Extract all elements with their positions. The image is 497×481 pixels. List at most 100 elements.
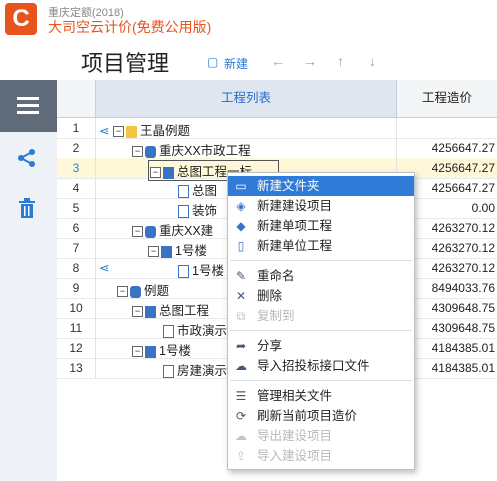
title-bar: C 重庆定额(2018) 大司空云计价(免费公用版) — [0, 0, 497, 40]
row-number: 5 — [72, 201, 80, 215]
menu-item-label: 重命名 — [257, 269, 295, 283]
cube-icon — [145, 305, 156, 318]
menu-item-new-folder[interactable]: ▭ 新建文件夹 — [228, 176, 414, 196]
collapse-icon[interactable]: − — [150, 167, 161, 179]
menu-item-new-unit-project[interactable]: ▯ 新建单位工程 — [228, 236, 414, 256]
menu-item-label: 新建单项工程 — [257, 219, 333, 233]
collapse-icon[interactable]: − — [132, 346, 143, 358]
folder-icon: ▭ — [235, 179, 247, 193]
upload-icon: ⇪ — [235, 449, 247, 463]
menu-separator — [230, 380, 412, 381]
tree-node-label: 1号楼 — [159, 344, 191, 358]
table-row[interactable]: 2 − 重庆XX市政工程 4256647.27 — [57, 138, 497, 159]
collapse-icon[interactable]: − — [132, 146, 143, 158]
menu-item-label: 删除 — [257, 289, 283, 303]
menu-item-manage-files[interactable]: ☰ 管理相关文件 — [228, 386, 414, 406]
file-icon — [163, 365, 174, 379]
menu-item-delete[interactable]: ✕ 删除 — [228, 286, 414, 306]
tree-node-label: 房建演示 — [177, 364, 228, 378]
menu-item-import-project[interactable]: ⇪ 导入建设项目 — [228, 446, 414, 466]
row-number: 4 — [72, 181, 80, 195]
menu-separator — [230, 260, 412, 261]
tree-node-label: 重庆XX市政工程 — [159, 144, 251, 158]
menu-item-label: 导入招投标接口文件 — [257, 359, 370, 373]
file-icon — [163, 325, 174, 339]
tree-node-label: 市政演示 — [177, 324, 228, 338]
edit-icon: ✎ — [235, 269, 247, 283]
cube-icon — [163, 166, 174, 179]
row-number: 11 — [69, 321, 83, 335]
collapse-icon[interactable]: − — [148, 246, 159, 258]
cubes-icon — [130, 285, 141, 298]
trash-icon[interactable] — [17, 198, 37, 220]
menu-item-label: 新建文件夹 — [257, 179, 320, 193]
menu-icon[interactable] — [0, 80, 57, 132]
menu-item-label: 新建建设项目 — [257, 199, 333, 213]
cubes-icon: ◈ — [236, 199, 246, 213]
file-icon: ▯ — [237, 239, 245, 253]
menu-item-import-bid-file[interactable]: ☁ 导入招投标接口文件 — [228, 356, 414, 376]
menu-item-new-single-project[interactable]: ◆ 新建单项工程 — [228, 216, 414, 236]
tree-node-label: 装饰 — [192, 204, 218, 218]
column-header-cost[interactable]: 工程造价 — [397, 80, 497, 118]
menu-item-label: 导出建设项目 — [257, 429, 333, 443]
collapse-icon[interactable]: − — [117, 286, 128, 298]
cubes-icon — [145, 225, 156, 238]
file-icon — [178, 205, 189, 219]
new-button[interactable]: 新建 — [224, 55, 248, 72]
row-number: 9 — [72, 281, 80, 295]
arrow-up-icon[interactable]: ↑ — [337, 53, 344, 69]
arrow-down-icon[interactable]: ↓ — [369, 53, 376, 69]
menu-item-refresh-cost[interactable]: ⟳ 刷新当前项目造价 — [228, 406, 414, 426]
row-number: 3 — [72, 161, 80, 175]
row-number: 8 — [72, 261, 80, 275]
share-icon[interactable] — [16, 148, 38, 168]
row-number: 1 — [72, 121, 80, 135]
share-icon: ⋖ — [99, 261, 110, 275]
menu-item-export-project[interactable]: ☁ 导出建设项目 — [228, 426, 414, 446]
table-row[interactable]: 1 ⋖ − 王晶例题 — [57, 118, 497, 139]
arrow-left-icon[interactable]: ← — [271, 53, 285, 69]
share-icon: ➦ — [235, 339, 247, 353]
page-header: 项目管理 ▢ 新建 ← → ↑ ↓ — [57, 40, 497, 80]
menu-item-label: 管理相关文件 — [257, 389, 333, 403]
menu-item-new-construction-project[interactable]: ◈ 新建建设项目 — [228, 196, 414, 216]
menu-item-label: 分享 — [257, 339, 283, 353]
app-logo-icon: C — [5, 3, 37, 35]
menu-separator — [230, 330, 412, 331]
list-icon: ☰ — [235, 389, 247, 403]
left-sidebar — [0, 80, 57, 481]
tree-node-label: 例题 — [144, 284, 170, 298]
cubes-icon — [145, 145, 156, 158]
page-title: 项目管理 — [81, 51, 170, 76]
menu-item-label: 新建单位工程 — [257, 239, 333, 253]
cost-cell: 4256647.27 — [431, 141, 495, 155]
tree-node-label: 总图 — [192, 184, 218, 198]
menu-item-label: 刷新当前项目造价 — [257, 409, 358, 423]
cube-icon — [145, 345, 156, 358]
row-number: 6 — [72, 221, 80, 235]
arrow-right-icon[interactable]: → — [303, 53, 317, 69]
cloud-download-icon: ☁ — [235, 429, 247, 443]
menu-item-copy-to[interactable]: ⧉ 复制到 — [228, 306, 414, 326]
context-menu: ▭ 新建文件夹 ◈ 新建建设项目 ◆ 新建单项工程 ▯ 新建单位工程 ✎ 重命名… — [227, 172, 415, 470]
collapse-icon[interactable]: − — [132, 226, 143, 238]
share-icon: ⋖ — [99, 124, 110, 138]
row-number: 12 — [69, 341, 83, 355]
menu-item-share[interactable]: ➦ 分享 — [228, 336, 414, 356]
refresh-icon: ⟳ — [235, 409, 247, 423]
row-number: 13 — [69, 361, 83, 375]
row-number: 2 — [72, 141, 80, 155]
tree-node-label: 重庆XX建 — [159, 224, 214, 238]
collapse-icon[interactable]: − — [132, 306, 143, 318]
menu-item-label: 复制到 — [257, 309, 295, 323]
column-header-project-list[interactable]: 工程列表 — [96, 80, 397, 118]
collapse-icon[interactable]: − — [112, 126, 124, 138]
column-divider — [95, 118, 96, 378]
copy-icon: ⧉ — [236, 309, 246, 323]
row-number: 10 — [69, 301, 83, 315]
menu-item-rename[interactable]: ✎ 重命名 — [228, 266, 414, 286]
app-title: 大司空云计价(免费公用版) — [48, 19, 212, 35]
cube-icon: ◆ — [236, 219, 246, 233]
new-file-icon[interactable]: ▢ — [207, 55, 218, 69]
